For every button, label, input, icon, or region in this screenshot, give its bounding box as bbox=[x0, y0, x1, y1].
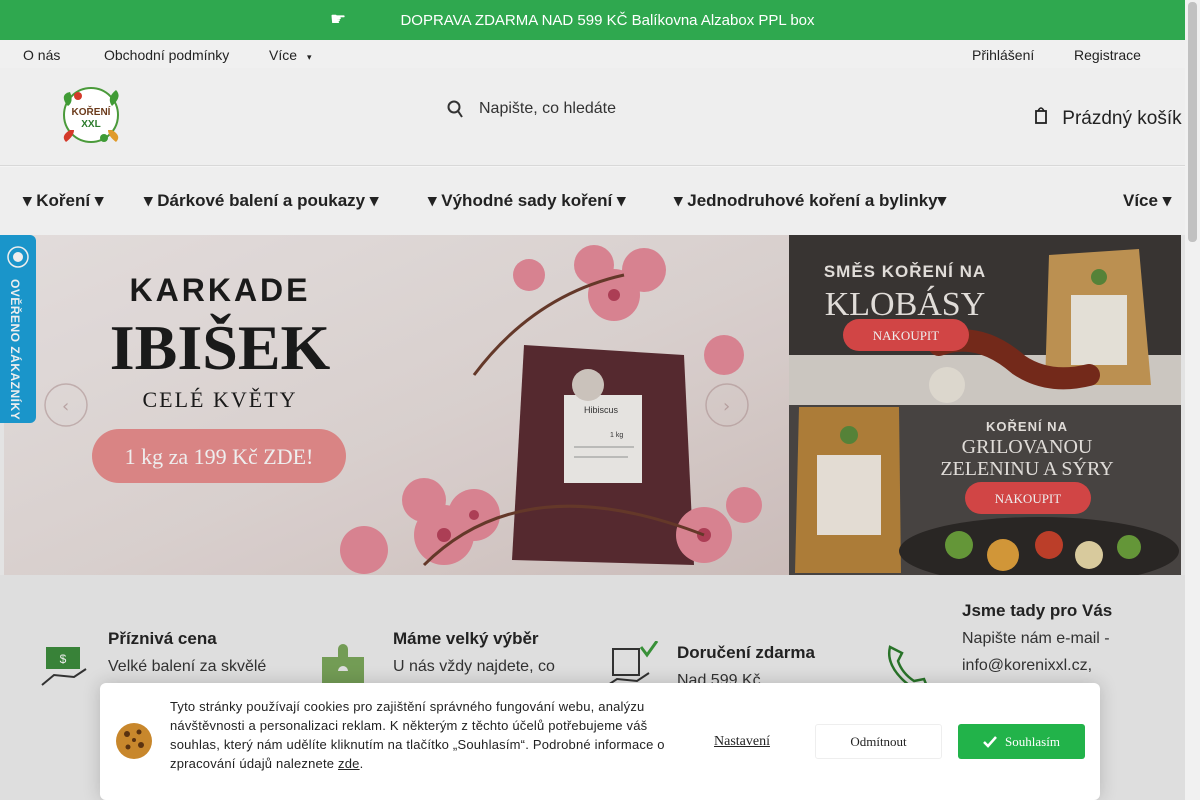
scrollbar-thumb[interactable] bbox=[1188, 2, 1197, 242]
main-menu: ▾ Koření ▾ ▾ Dárkové balení a poukazy ▾ … bbox=[0, 167, 1185, 235]
cookie-text: Tyto stránky používají cookies pro zajiš… bbox=[170, 699, 665, 771]
cookie-icon bbox=[116, 723, 152, 759]
nav-link-about[interactable]: O nás bbox=[23, 47, 60, 63]
logo-text-bottom: XXL bbox=[81, 119, 100, 130]
promo-top-cta: NAKOUPIT bbox=[873, 328, 940, 343]
announcement-bar: ☛ DOPRAVA ZDARMA NAD 599 KČ Balíkovna Al… bbox=[0, 0, 1185, 40]
hero-banner-image: Hibiscus 1 kg KARKADE IBIŠEK CELÉ KVĚTY … bbox=[4, 235, 789, 575]
promo-banner-sausages[interactable]: SMĚS KOŘENÍ NA KLOBÁSY NAKOUPIT bbox=[789, 235, 1181, 405]
promo-sausages-image: SMĚS KOŘENÍ NA KLOBÁSY NAKOUPIT bbox=[789, 235, 1181, 405]
promo-top-line2: KLOBÁSY bbox=[825, 286, 986, 323]
chevron-down-icon: ▾ bbox=[307, 52, 312, 62]
benefit-email[interactable]: info@korenixxl.cz, bbox=[962, 652, 1092, 679]
menu-item-label: Jednodruhové koření a bylinky bbox=[687, 191, 938, 210]
scrollbar[interactable] bbox=[1185, 0, 1200, 800]
verified-text: OVĚŘENO ZÁKAZNÍKY bbox=[8, 279, 22, 421]
search-box[interactable]: Napište, co hledáte bbox=[447, 100, 616, 118]
cart-icon bbox=[1035, 107, 1047, 124]
cookie-accept-label: Souhlasím bbox=[1005, 733, 1060, 749]
promo-top-line1: SMĚS KOŘENÍ NA bbox=[824, 262, 986, 281]
hero-slider[interactable]: Hibiscus 1 kg KARKADE IBIŠEK CELÉ KVĚTY … bbox=[4, 235, 789, 575]
site-header: KOŘENÍ XXL Napište, co hledáte Prázdný k… bbox=[0, 68, 1185, 166]
verified-badge[interactable]: OVĚŘENO ZÁKAZNÍKY bbox=[0, 235, 36, 423]
search-icon bbox=[447, 100, 463, 118]
hero-title-line1: KARKADE bbox=[130, 272, 311, 308]
chevron-left-icon: ‹ bbox=[62, 396, 69, 417]
hero-cta: 1 kg za 199 Kč ZDE! bbox=[125, 444, 314, 469]
nav-link-terms[interactable]: Obchodní podmínky bbox=[104, 47, 229, 63]
nav-more-label: Více bbox=[269, 47, 298, 63]
menu-item-jednodruhove[interactable]: ▾ Jednodruhové koření a bylinky▾ bbox=[674, 191, 946, 211]
menu-item-label: Výhodné sady koření bbox=[441, 191, 613, 210]
menu-item-sady[interactable]: ▾ Výhodné sady koření ▾ bbox=[428, 191, 626, 211]
money-hand-icon: $ bbox=[41, 647, 87, 686]
benefit-desc: Napište nám e-mail - bbox=[962, 630, 1110, 647]
promo-banners: SMĚS KOŘENÍ NA KLOBÁSY NAKOUPIT KOŘENÍ N… bbox=[789, 235, 1181, 575]
register-link[interactable]: Registrace bbox=[1074, 47, 1141, 63]
hero-title-line2: IBIŠEK bbox=[110, 312, 331, 383]
benefit-title: Jsme tady pro Vás bbox=[962, 601, 1113, 620]
login-link[interactable]: Přihlášení bbox=[972, 47, 1034, 63]
menu-item-label: Koření bbox=[36, 191, 91, 210]
cookie-deny-button[interactable]: Odmítnout bbox=[815, 724, 942, 759]
promo-banner-grill[interactable]: KOŘENÍ NA GRILOVANOU ZELENINU A SÝRY NAK… bbox=[789, 405, 1181, 575]
cookie-accept-button[interactable]: Souhlasím bbox=[958, 724, 1085, 759]
hero-title-line3: CELÉ KVĚTY bbox=[142, 387, 297, 412]
bag-weight: 1 kg bbox=[610, 432, 623, 439]
check-icon bbox=[983, 735, 997, 748]
cookie-details-link[interactable]: zde bbox=[338, 756, 360, 771]
chevron-right-icon: › bbox=[723, 396, 730, 417]
promo-bottom-line1: KOŘENÍ NA bbox=[986, 419, 1068, 434]
logo-text-top: KOŘENÍ bbox=[72, 105, 111, 118]
promo-bottom-line2: GRILOVANOU bbox=[962, 436, 1093, 458]
bag-label: Hibiscus bbox=[584, 405, 619, 415]
cookie-settings-button[interactable]: Nastavení bbox=[714, 734, 770, 750]
cookie-consent-bar: Tyto stránky používají cookies pro zajiš… bbox=[100, 683, 1100, 800]
benefit-title: Máme velký výběr bbox=[393, 629, 539, 648]
info-navigation: O nás Obchodní podmínky Více ▾ Přihlášení… bbox=[0, 40, 1185, 68]
hand-icon: ☛ bbox=[330, 9, 347, 29]
promo-bottom-line3: ZELENINU A SÝRY bbox=[940, 457, 1113, 480]
menu-more-label: Více bbox=[1123, 191, 1158, 210]
benefit-title: Příznivá cena bbox=[108, 629, 217, 648]
promo-bottom-cta: NAKOUPIT bbox=[995, 491, 1062, 506]
benefit-desc: Velké balení za skvělé bbox=[108, 658, 267, 675]
menu-item-koreni[interactable]: ▾ Koření ▾ bbox=[23, 191, 103, 211]
verified-seal-icon bbox=[7, 246, 29, 268]
search-input[interactable]: Napište, co hledáte bbox=[479, 100, 616, 118]
benefit-desc: U nás vždy najdete, co bbox=[393, 658, 555, 675]
benefit-title: Doručení zdarma bbox=[677, 643, 815, 662]
menu-item-darkove[interactable]: ▾ Dárkové balení a poukazy ▾ bbox=[144, 191, 378, 211]
cookie-text-block: Tyto stránky používají cookies pro zajiš… bbox=[170, 699, 665, 771]
site-logo[interactable]: KOŘENÍ XXL bbox=[56, 84, 126, 146]
menu-item-label: Dárkové balení a poukazy bbox=[157, 191, 366, 210]
svg-text:$: $ bbox=[60, 652, 67, 666]
promo-grill-image: KOŘENÍ NA GRILOVANOU ZELENINU A SÝRY NAK… bbox=[789, 405, 1181, 575]
announcement-text: DOPRAVA ZDARMA NAD 599 KČ Balíkovna Alza… bbox=[400, 11, 815, 29]
cart-button[interactable]: Prázdný košík bbox=[1035, 106, 1182, 130]
menu-item-more[interactable]: Více ▾ bbox=[1123, 191, 1171, 211]
nav-link-more[interactable]: Více ▾ bbox=[269, 47, 312, 63]
cart-label: Prázdný košík bbox=[1062, 108, 1182, 129]
